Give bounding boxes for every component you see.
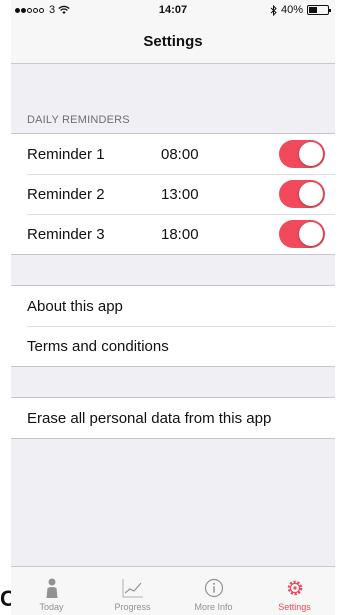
- data-group: Erase all personal data from this app: [11, 397, 335, 439]
- battery-icon: [307, 5, 331, 15]
- tab-label: More Info: [194, 602, 233, 612]
- gear-icon: [283, 576, 307, 600]
- reminder-time[interactable]: 13:00: [161, 186, 241, 203]
- tab-settings[interactable]: Settings: [254, 567, 335, 615]
- reminder-time[interactable]: 08:00: [161, 146, 241, 163]
- tab-label: Today: [39, 602, 64, 612]
- tab-today[interactable]: Today: [11, 567, 92, 615]
- reminder-label: Reminder 3: [27, 225, 105, 243]
- reminder-label: Reminder 2: [27, 185, 105, 203]
- reminder-1-toggle[interactable]: [279, 140, 325, 168]
- tab-progress[interactable]: Progress: [92, 567, 173, 615]
- tab-more-info[interactable]: More Info: [173, 567, 254, 615]
- tab-label: Progress: [114, 602, 151, 612]
- reminder-time[interactable]: 18:00: [161, 226, 241, 243]
- info-icon: [202, 576, 226, 600]
- tab-bar: Today Progress More Info Settings: [11, 566, 335, 615]
- about-app-row[interactable]: About this app: [11, 286, 335, 326]
- reminder-label: Reminder 1: [27, 145, 105, 163]
- reminder-3-toggle[interactable]: [279, 220, 325, 248]
- reminder-row-3[interactable]: Reminder 3 18:00: [11, 214, 335, 254]
- reminder-row-2[interactable]: Reminder 2 13:00: [11, 174, 335, 214]
- status-bar: 3 14:07 40%: [11, 0, 335, 20]
- bluetooth-icon: [270, 4, 277, 16]
- settings-screen: 3 14:07 40% Settings DAILY REMINDERS Rem…: [11, 0, 335, 615]
- reminder-row-1[interactable]: Reminder 1 08:00: [11, 134, 335, 174]
- reminders-group: Reminder 1 08:00 Reminder 2 13:00 Remind…: [11, 133, 335, 255]
- reminder-2-toggle[interactable]: [279, 180, 325, 208]
- battery-group: 40%: [270, 4, 331, 16]
- erase-data-row[interactable]: Erase all personal data from this app: [11, 398, 335, 438]
- reminders-section-header: DAILY REMINDERS: [27, 114, 130, 126]
- chart-icon: [121, 576, 145, 600]
- terms-row[interactable]: Terms and conditions: [11, 326, 335, 366]
- info-group: About this app Terms and conditions: [11, 285, 335, 367]
- tab-label: Settings: [278, 602, 311, 612]
- battery-percent: 40%: [280, 4, 303, 16]
- page-title: Settings: [11, 20, 335, 64]
- person-icon: [40, 576, 64, 600]
